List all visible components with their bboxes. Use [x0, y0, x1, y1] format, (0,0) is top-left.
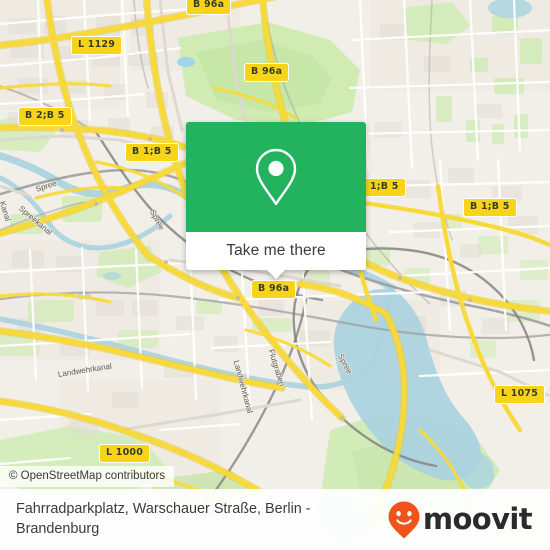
road-shield: L 1000	[99, 444, 151, 463]
take-me-there-button[interactable]: Take me there	[186, 232, 366, 279]
location-title: Fahrradparkplatz, Warschauer Straße, Ber…	[16, 500, 311, 537]
road-shield: B 96a	[186, 0, 232, 15]
road-shield: L 1075	[494, 385, 546, 404]
road-shield: B 96a	[244, 63, 290, 82]
road-shield: B 96a	[251, 280, 297, 299]
take-me-there-label: Take me there	[226, 242, 326, 259]
map-pin-icon	[255, 148, 297, 206]
road-shield: L 1129	[71, 36, 123, 55]
callout-tail	[267, 270, 285, 279]
map-screenshot: .park{fill:#cdebb0;} .parkd{fill:#c4e6a4…	[0, 0, 550, 550]
moovit-wordmark: moovit	[422, 502, 533, 536]
road-shield: B 1;B 5	[463, 198, 517, 217]
moovit-brand[interactable]: moovit	[387, 500, 538, 540]
road-shield: B 2;B 5	[18, 107, 72, 126]
callout-icon-panel	[186, 122, 366, 232]
moovit-smiley-pin-icon	[388, 501, 420, 538]
location-callout-card[interactable]: Take me there	[186, 122, 366, 279]
footer-bar: Fahrradparkplatz, Warschauer Straße, Ber…	[0, 489, 550, 550]
osm-attribution[interactable]: © OpenStreetMap contributors	[0, 466, 175, 488]
road-shield: B 1;B 5	[125, 143, 179, 162]
